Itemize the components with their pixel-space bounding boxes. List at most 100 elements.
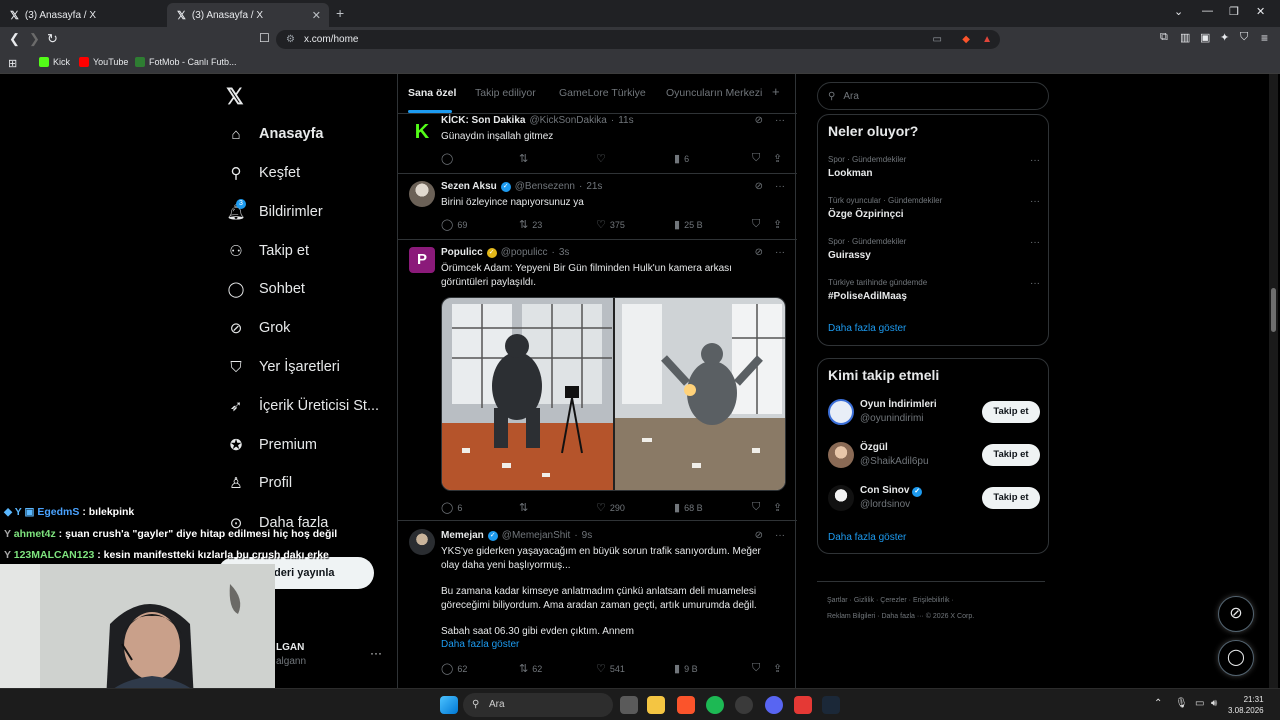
forward-icon[interactable]: ❯ [29, 31, 40, 47]
tray-chevron-icon[interactable]: ⌃ [1154, 698, 1162, 709]
apps-icon[interactable]: ⊞ [8, 57, 17, 70]
more-icon[interactable]: ··· [775, 247, 785, 258]
close-window-button[interactable]: ✕ [1256, 5, 1265, 18]
bookmark-button[interactable]: ⛉ [752, 218, 760, 231]
tab-following[interactable]: Takip ediliyor [475, 87, 536, 99]
grok-icon[interactable]: ⊘ [755, 181, 763, 192]
address-bar[interactable]: ⚙ x.com/home ▭ ◆ ▲ [276, 30, 1000, 49]
add-tab-button[interactable]: + [772, 84, 780, 99]
more-icon[interactable]: ··· [1030, 196, 1040, 207]
sidebar-item-home[interactable]: ⌂ Anasayfa [227, 125, 323, 143]
views-button[interactable]: ▮ 9 B [674, 662, 698, 675]
repost-button[interactable]: ⇅ 62 [519, 662, 542, 675]
follow-button[interactable]: Takip et [982, 401, 1040, 423]
like-button[interactable]: ♡ [596, 152, 610, 165]
bookmark-button[interactable]: ⛉ [752, 152, 760, 165]
sidebar-item-explore[interactable]: ⚲ Keşfet [227, 164, 301, 182]
avatar[interactable] [828, 399, 854, 425]
views-button[interactable]: ▮ 6 [674, 152, 689, 165]
network-icon[interactable]: ▭ [1195, 698, 1204, 709]
browser-tab[interactable]: 𝕏 (3) Anasayfa / X [0, 3, 165, 27]
like-button[interactable]: ♡ 541 [596, 662, 625, 675]
more-icon[interactable]: ··· [775, 530, 785, 541]
brave-browser-icon[interactable] [677, 696, 695, 714]
follow-button[interactable]: Takip et [982, 444, 1040, 466]
windows-start-icon[interactable] [440, 696, 458, 714]
brave-shield-icon[interactable]: ◆ [962, 30, 970, 49]
share-button[interactable]: ⇪ [773, 218, 782, 231]
avatar[interactable] [828, 442, 854, 468]
app-icon[interactable] [794, 696, 812, 714]
tab-gamelore[interactable]: GameLore Türkiye [559, 87, 646, 99]
author-name[interactable]: Memejan [441, 530, 484, 541]
views-button[interactable]: ▮ 68 B [674, 501, 703, 514]
sidebar-item-chat[interactable]: ◯ Sohbet [227, 280, 305, 298]
follow-suggestion[interactable]: Özgül @ShaikAdil6pu Takip et [828, 442, 1040, 472]
sidebar-item-notifications[interactable]: 🔔︎ 3 Bildirimler [226, 199, 323, 221]
bookmark-fotmob[interactable]: FotMob - Canlı Futb... [135, 57, 237, 67]
tab-for-you[interactable]: Sana özel [408, 87, 456, 99]
taskbar-search[interactable]: ⚲ Ara [463, 693, 613, 717]
more-icon[interactable]: ··· [775, 181, 785, 192]
sidebar-item-profile[interactable]: ♙ Profil [227, 474, 292, 492]
search-input[interactable]: ⚲ Ara [817, 82, 1049, 110]
site-info-icon[interactable]: ⚙ [286, 30, 295, 49]
grok-fab-button[interactable]: ⊘ [1218, 596, 1254, 632]
tab-list-icon[interactable]: ⌄ [1174, 5, 1183, 18]
avatar[interactable] [409, 181, 435, 207]
brave-rewards-icon[interactable]: ▲ [982, 30, 992, 49]
suggestion-name[interactable]: Con Sinov ✓ [860, 485, 923, 497]
sidebar-item-bookmarks[interactable]: ⛉ Yer İşaretleri [227, 358, 340, 376]
sidebar-item-creator-studio[interactable]: ➶ İçerik Üreticisi St... [227, 397, 379, 415]
tweet[interactable]: K KİCK: Son Dakika @KickSonDakika · 11s … [398, 115, 797, 174]
back-icon[interactable]: ❮ [9, 31, 20, 47]
footer-links[interactable]: Reklam Bilgileri · Daha fazla ··· © 2026… [827, 613, 974, 620]
follow-suggestion[interactable]: Con Sinov ✓ @lordsinov Takip et [828, 485, 1040, 515]
page-scrollbar[interactable] [1269, 74, 1278, 688]
reload-icon[interactable]: ↻ [47, 31, 58, 47]
sidebar-item-grok[interactable]: ⊘ Grok [227, 319, 291, 337]
more-icon[interactable]: ··· [1030, 155, 1040, 166]
reply-button[interactable]: ◯ 6 [441, 501, 462, 514]
tweet[interactable]: Sezen Aksu ✓ @Bensezenn · 21s ⊘ ··· Birin… [398, 174, 797, 240]
like-button[interactable]: ♡ 290 [596, 501, 625, 514]
tweet[interactable]: Memejan ✓ @MemejanShit · 9s ⊘ ··· YKS'ye … [398, 521, 797, 688]
steam-icon[interactable] [822, 696, 840, 714]
account-name[interactable]: LGAN [276, 642, 304, 653]
sidebar-item-premium[interactable]: ✪ Premium [227, 436, 317, 454]
avatar[interactable] [828, 485, 854, 511]
reply-button[interactable]: ◯ 62 [441, 662, 467, 675]
messages-fab-button[interactable]: ◯ [1218, 640, 1254, 676]
share-button[interactable]: ⇪ [773, 501, 782, 514]
reply-button[interactable]: ◯ 69 [441, 218, 467, 231]
bookmark-page-icon[interactable]: ☐ [259, 31, 270, 45]
reply-button[interactable]: ◯ [441, 152, 457, 165]
show-more-link[interactable]: Daha fazla göster [441, 638, 781, 652]
cast-icon[interactable]: ▭ [933, 30, 942, 49]
share-button[interactable]: ⇪ [773, 662, 782, 675]
obs-icon[interactable] [735, 696, 753, 714]
more-icon[interactable]: ··· [1030, 278, 1040, 289]
browser-tab-active[interactable]: 𝕏 (3) Anasayfa / X ✕ [167, 3, 329, 27]
minimize-button[interactable]: — [1202, 5, 1213, 17]
wallet-icon[interactable]: ▣ [1200, 31, 1210, 44]
volume-icon[interactable]: 🔊︎ [1211, 698, 1217, 709]
bookmark-youtube[interactable]: YouTube [79, 57, 128, 67]
author-name[interactable]: Sezen Aksu [441, 181, 497, 192]
maximize-button[interactable]: ❐ [1229, 5, 1239, 18]
task-view-icon[interactable] [620, 696, 638, 714]
avatar[interactable]: P [409, 247, 435, 273]
trend-item[interactable]: Türkiye tarihinde gündemde #PoliseAdilMa… [828, 278, 1040, 302]
tweet-time[interactable]: 9s [582, 530, 593, 541]
taskbar-clock[interactable]: 21:31 3.08.2026 [1228, 694, 1264, 716]
sidebar-icon[interactable]: ▥ [1180, 31, 1190, 44]
suggestion-name[interactable]: Oyun İndirimleri [860, 399, 937, 410]
tweet-time[interactable]: 3s [559, 247, 570, 258]
tab-oyuncularin-merkezi[interactable]: Oyuncuların Merkezi [666, 87, 762, 99]
suggestion-name[interactable]: Özgül [860, 442, 888, 453]
trend-item[interactable]: Türk oyuncular · Gündemdekiler Özge Özpi… [828, 196, 1040, 220]
account-more-icon[interactable]: ··· [370, 646, 382, 660]
grok-icon[interactable]: ⊘ [755, 115, 763, 126]
follow-button[interactable]: Takip et [982, 487, 1040, 509]
discord-icon[interactable] [765, 696, 783, 714]
